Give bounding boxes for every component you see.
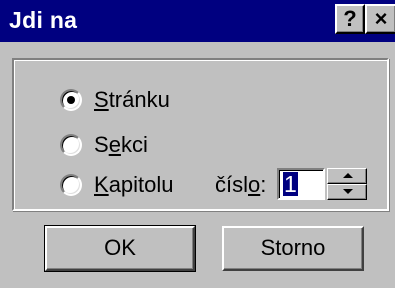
arrow-down-icon xyxy=(343,189,353,194)
number-value-selected: 1 xyxy=(283,171,298,197)
help-icon: ? xyxy=(343,6,357,31)
arrow-up-icon xyxy=(343,173,353,178)
help-button[interactable]: ? xyxy=(335,4,365,34)
number-spinner xyxy=(327,168,367,200)
mnemonic-underline: S xyxy=(94,87,109,112)
mnemonic-underline: e xyxy=(108,132,121,157)
radio-option-chapter[interactable]: Kapitolu xyxy=(60,171,174,199)
radio-label-section: Sekci xyxy=(94,132,148,157)
radio-button-chapter[interactable] xyxy=(60,174,82,196)
cancel-button[interactable]: Storno xyxy=(222,226,364,271)
number-label: číslo: xyxy=(215,172,267,197)
spin-up-button[interactable] xyxy=(327,168,367,184)
radio-selected-dot xyxy=(67,96,75,104)
title-bar: Jdi na ? × xyxy=(0,0,395,42)
close-icon: × xyxy=(374,6,388,31)
radio-label-chapter: Kapitolu xyxy=(94,172,174,197)
number-input[interactable]: 1 xyxy=(277,168,325,200)
radio-option-page[interactable]: Stránku xyxy=(60,86,170,114)
goto-dialog: Jdi na ? × Stránku Sekci Kapitolu číslo:… xyxy=(0,0,395,288)
dialog-title: Jdi na xyxy=(9,7,78,33)
close-button[interactable]: × xyxy=(365,4,395,34)
radio-button-section[interactable] xyxy=(60,134,82,156)
radio-option-section[interactable]: Sekci xyxy=(60,131,148,159)
mnemonic-underline: o xyxy=(248,172,261,197)
ok-button[interactable]: OK xyxy=(44,225,196,272)
radio-label-page: Stránku xyxy=(94,87,170,112)
mnemonic-underline: K xyxy=(94,172,109,197)
radio-button-page[interactable] xyxy=(60,89,82,111)
spin-down-button[interactable] xyxy=(327,184,367,200)
